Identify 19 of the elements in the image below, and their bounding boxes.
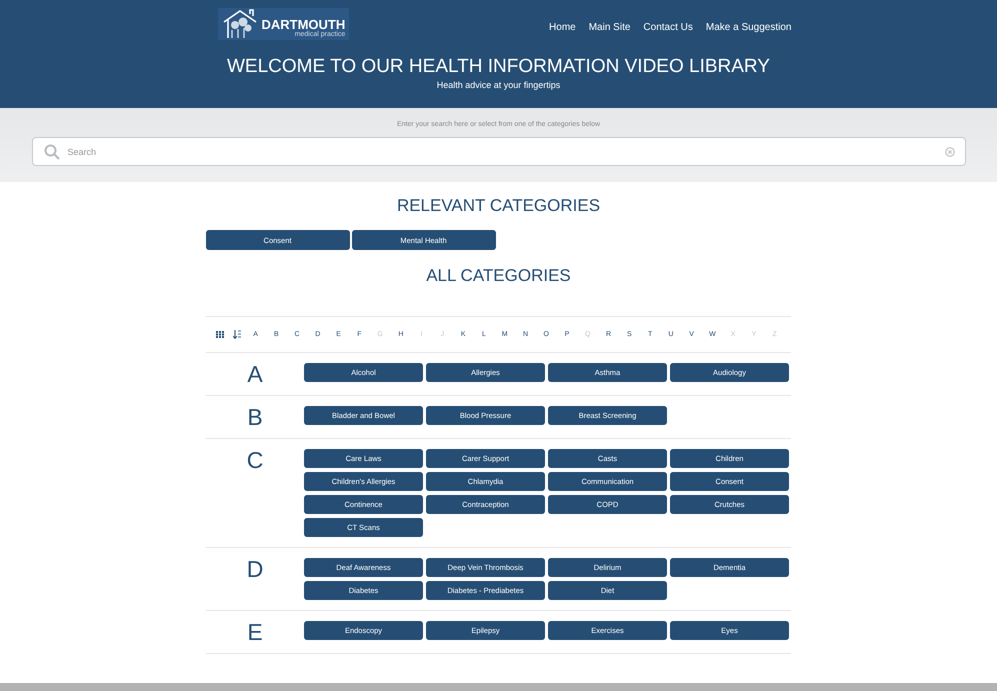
letter-heading: B xyxy=(246,406,264,428)
grid-view-icon[interactable] xyxy=(216,331,224,338)
house-family-icon xyxy=(222,8,260,38)
logo-name: DARTMOUTH xyxy=(262,18,346,31)
page-subtitle: Health advice at your fingertips xyxy=(436,80,560,90)
nav-link[interactable]: Contact Us xyxy=(643,22,693,32)
section-heading: RELEVANT CATEGORIES xyxy=(396,196,600,216)
section-heading: ALL CATEGORIES xyxy=(426,266,571,286)
search-icon xyxy=(44,144,60,160)
nav-link[interactable]: Main Site xyxy=(588,22,630,32)
search-field[interactable]: Search xyxy=(32,137,966,166)
letter-heading: A xyxy=(246,363,264,385)
nav-link[interactable]: Make a Suggestion xyxy=(706,22,792,32)
letter-heading: D xyxy=(246,558,264,584)
letter-heading: C xyxy=(246,449,264,475)
nav-link[interactable]: Home xyxy=(549,22,576,32)
letter-heading: E xyxy=(246,621,264,643)
sort-icon[interactable] xyxy=(232,330,241,339)
page-title: WELCOME TO OUR HEALTH INFORMATION VIDEO LIBRARY xyxy=(227,56,770,78)
